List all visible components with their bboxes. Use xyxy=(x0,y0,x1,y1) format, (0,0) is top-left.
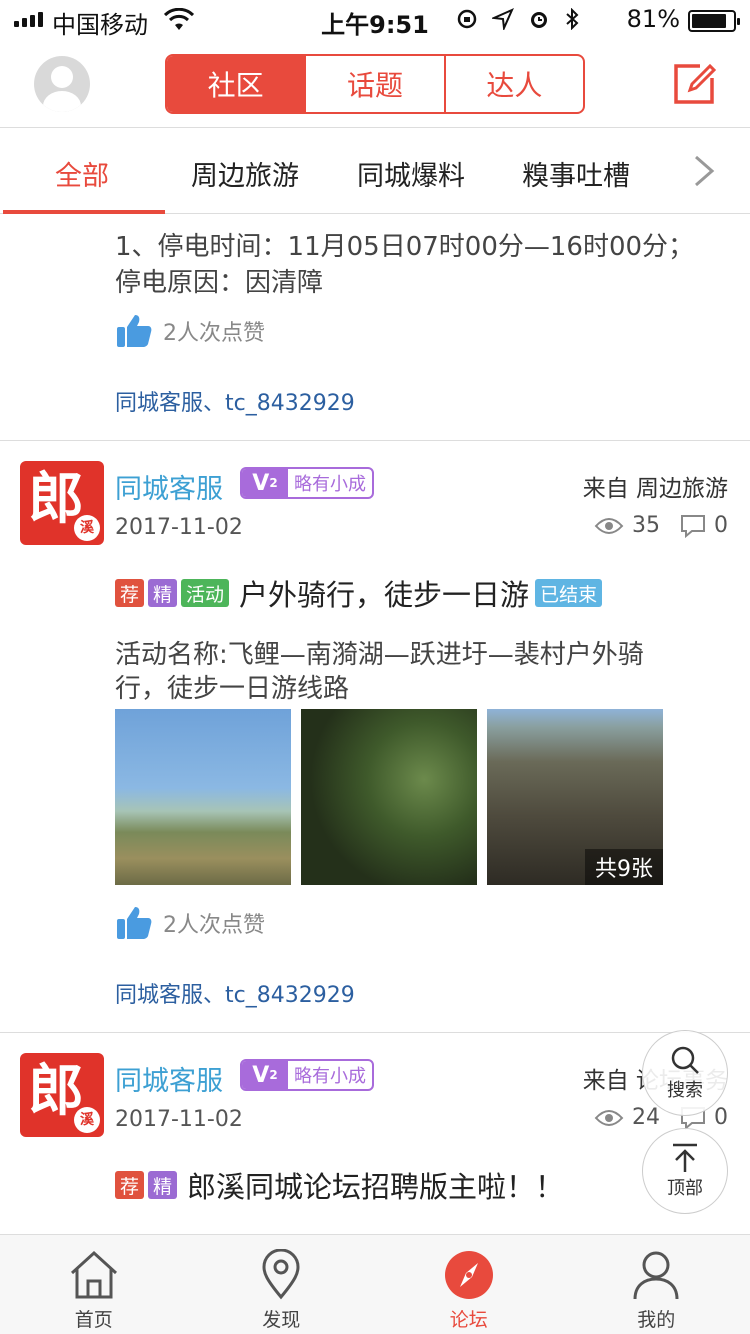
featured-tag: 精 xyxy=(148,1171,178,1199)
recommended-tag: 荐 xyxy=(115,1171,145,1199)
search-icon xyxy=(671,1046,699,1074)
post-excerpt-line: 1、停电时间：11月05日07时00分—16时00分； xyxy=(115,232,695,262)
post-image[interactable] xyxy=(115,709,291,885)
author-name[interactable]: 同城客服 xyxy=(115,467,223,506)
header: 社区 话题 达人 xyxy=(0,40,750,128)
post-title-row[interactable]: 荐 精 郎溪同城论坛招聘版主啦！！ xyxy=(115,1164,570,1206)
compass-icon xyxy=(444,1251,493,1299)
user-avatar[interactable] xyxy=(34,56,90,112)
tab-forum[interactable]: 论坛 xyxy=(375,1235,563,1334)
compose-icon[interactable] xyxy=(670,60,718,108)
post-image[interactable] xyxy=(301,709,477,885)
home-icon xyxy=(70,1250,117,1299)
tab-nearby-travel[interactable]: 周边旅游 xyxy=(191,154,299,193)
category-tabs: 全部 周边旅游 同城爆料 糗事吐槽 xyxy=(0,128,750,214)
author-name[interactable]: 同城客服 xyxy=(115,1059,223,1098)
search-label: 搜索 xyxy=(667,1080,703,1101)
divider xyxy=(0,440,750,441)
recommended-tag: 荐 xyxy=(115,579,145,607)
post-date: 2017-11-02 xyxy=(115,1107,243,1132)
battery-percent: 81% xyxy=(626,5,680,33)
tab-home[interactable]: 首页 xyxy=(0,1235,188,1334)
view-count: 35 xyxy=(594,513,660,538)
segment-community[interactable]: 社区 xyxy=(167,56,305,112)
comment-icon xyxy=(681,514,705,538)
activity-tag: 活动 xyxy=(181,579,230,607)
like-count: 2人次点赞 xyxy=(163,913,265,938)
tab-profile[interactable]: 我的 xyxy=(563,1235,750,1334)
tab-all[interactable]: 全部 xyxy=(55,154,109,193)
user-icon xyxy=(633,1251,679,1300)
post-excerpt-line: 停电原因：因清障 xyxy=(115,268,324,298)
eye-icon xyxy=(594,1109,624,1126)
post-source[interactable]: 来自 周边旅游 xyxy=(583,469,728,503)
arrow-up-icon xyxy=(673,1143,697,1172)
post-feed[interactable]: 1、停电时间：11月05日07时00分—16时00分； 停电原因：因清障 2人次… xyxy=(0,215,750,1235)
image-gallery: 共9张 xyxy=(115,709,663,885)
post-body-line: 行，徒步一日游线路 xyxy=(115,674,350,704)
thumbs-up-icon xyxy=(117,315,152,347)
level-badge: V2 略有小成 xyxy=(240,1059,374,1091)
chevron-right-icon[interactable] xyxy=(692,154,716,188)
post-title[interactable]: 郎溪同城论坛招聘版主啦！！ xyxy=(187,1164,564,1206)
post-title[interactable]: 户外骑行，徒步一日游 xyxy=(239,572,529,614)
eye-icon xyxy=(594,517,624,534)
author-avatar[interactable]: 郎 溪 xyxy=(20,461,104,545)
comment-count: 0 xyxy=(680,513,728,538)
likers-list[interactable]: 同城客服、tc_8432929 xyxy=(115,977,355,1009)
featured-tag: 精 xyxy=(148,579,178,607)
like-summary[interactable]: 2人次点赞 xyxy=(115,905,265,941)
segment-control: 社区 话题 达人 xyxy=(165,54,585,114)
ended-tag: 已结束 xyxy=(535,579,603,607)
bluetooth-icon xyxy=(566,8,579,30)
image-count: 共9张 xyxy=(585,849,663,885)
post-title-row[interactable]: 荐 精 活动 户外骑行，徒步一日游 已结束 xyxy=(115,572,606,614)
active-tab-indicator xyxy=(3,210,165,214)
thumbs-up-icon xyxy=(117,907,152,939)
map-pin-icon xyxy=(262,1249,300,1300)
tab-city-news[interactable]: 同城爆料 xyxy=(357,154,465,193)
location-icon xyxy=(492,8,514,30)
level-badge: V2 略有小成 xyxy=(240,467,374,499)
search-button[interactable]: 搜索 xyxy=(642,1030,728,1116)
back-to-top-button[interactable]: 顶部 xyxy=(642,1128,728,1214)
like-summary[interactable]: 2人次点赞 xyxy=(115,313,265,349)
post-image[interactable]: 共9张 xyxy=(487,709,663,885)
app-screen: 中国移动 上午9:51 81% 社区 话题 达人 全部 周边旅游 同城爆料 糗事… xyxy=(0,0,750,1334)
post-body-line: 活动名称:飞鲤—南漪湖—跃进圩—裴村户外骑 xyxy=(115,640,644,670)
segment-experts[interactable]: 达人 xyxy=(443,56,583,112)
battery-icon xyxy=(688,10,740,32)
bottom-tab-bar: 首页 发现 论坛 我的 xyxy=(0,1234,750,1334)
likers-list[interactable]: 同城客服、tc_8432929 xyxy=(115,385,355,417)
status-bar: 中国移动 上午9:51 81% xyxy=(0,0,750,40)
divider xyxy=(0,1032,750,1033)
segment-topics[interactable]: 话题 xyxy=(304,56,443,112)
view-count: 24 xyxy=(594,1105,660,1130)
like-count: 2人次点赞 xyxy=(163,321,265,346)
orientation-lock-icon xyxy=(457,9,477,29)
tab-funny-stories[interactable]: 糗事吐槽 xyxy=(522,154,630,193)
post-date: 2017-11-02 xyxy=(115,515,243,540)
back-to-top-label: 顶部 xyxy=(667,1178,703,1199)
alarm-icon xyxy=(531,12,547,28)
author-avatar[interactable]: 郎 溪 xyxy=(20,1053,104,1137)
tab-discover[interactable]: 发现 xyxy=(188,1235,376,1334)
